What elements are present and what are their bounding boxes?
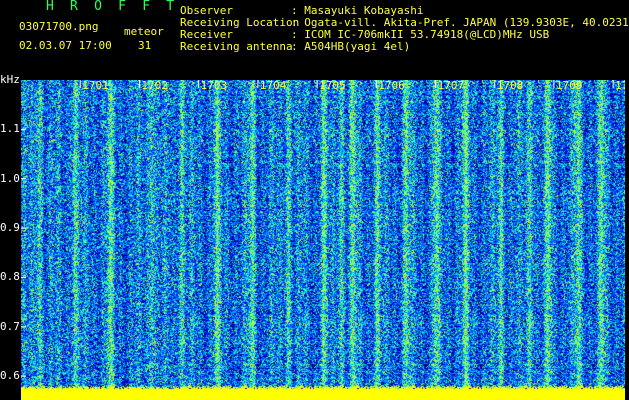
y-tick-label: 1.1: [0, 122, 20, 136]
y-axis-unit: kHz: [0, 73, 20, 86]
y-tick-label: 0.6: [0, 369, 20, 383]
x-tick-label: 1708: [496, 80, 524, 92]
x-tick-label: 1703: [200, 80, 228, 92]
x-tick-label: 1709: [555, 80, 583, 92]
axis-ticks: [21, 80, 614, 377]
spectrogram-plot: 1701 1702 1703 1704 1705 1706 1707 1708 1709 1710: [21, 80, 625, 400]
antenna-value: : A504HB(yagi 4el): [291, 40, 411, 53]
file-name: 03071700.png: [19, 20, 99, 33]
x-tick-label: 1704: [259, 80, 287, 92]
x-tick-label: 1701: [82, 80, 109, 92]
date-time: 02.03.07 17:00: [19, 39, 112, 52]
mode-label: meteor: [124, 25, 164, 38]
y-tick-label: 1.0: [0, 171, 20, 185]
hrofft-logo: H R O F F T: [46, 0, 179, 14]
meteor-count: 31: [138, 39, 152, 52]
y-tick-label: 0.9: [0, 221, 20, 235]
x-tick-label: 1707: [437, 80, 465, 92]
y-tick-label: 0.8: [0, 270, 20, 284]
x-tick-label: 1710: [615, 80, 625, 92]
x-tick-label: 1702: [141, 80, 168, 92]
y-tick-label: 0.7: [0, 319, 20, 333]
antenna-label: Receiving antenna: [180, 40, 293, 53]
x-tick-label: 1705: [319, 80, 346, 92]
x-tick-label: 1706: [378, 80, 405, 92]
